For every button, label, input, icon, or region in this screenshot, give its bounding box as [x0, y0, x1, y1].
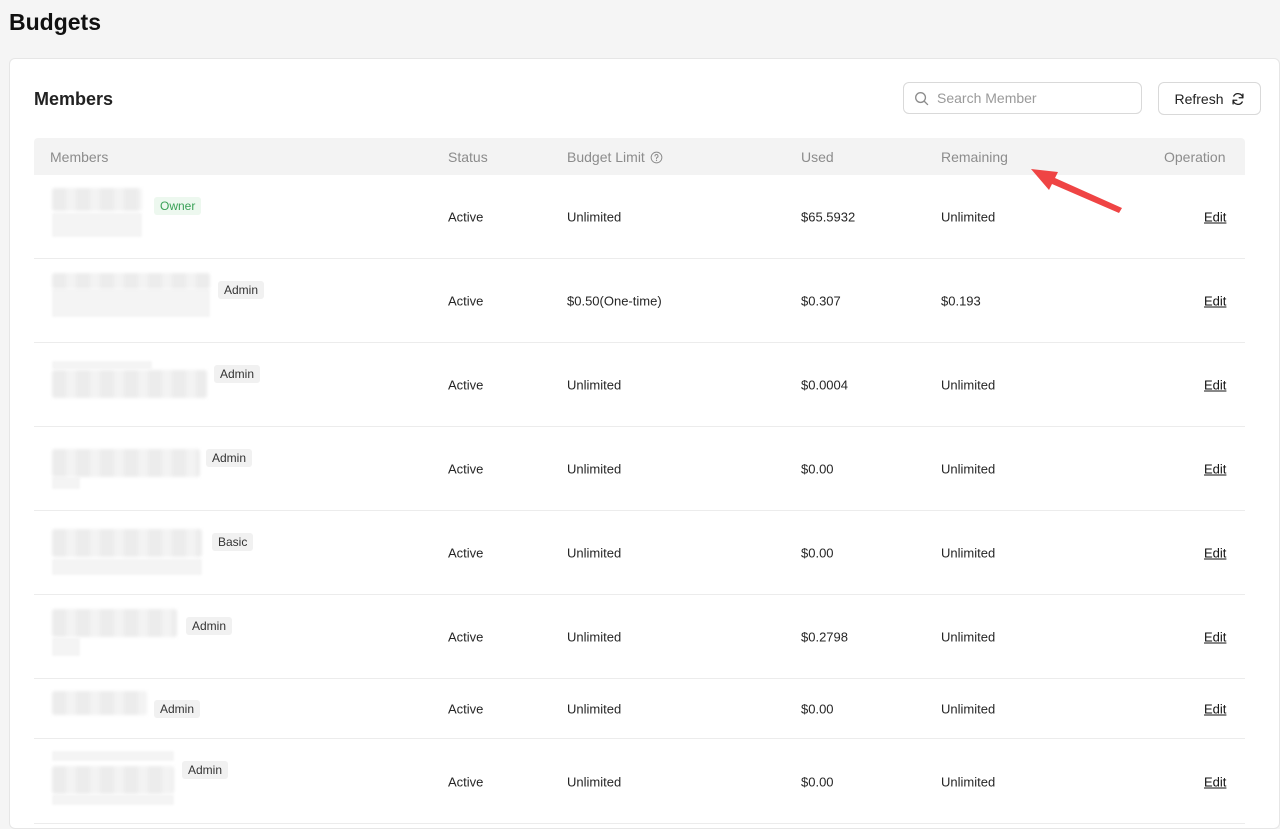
col-operation: Operation	[1164, 149, 1226, 165]
remaining-cell: Unlimited	[941, 209, 996, 225]
used-cell: $0.00	[801, 774, 834, 789]
member-cell: Admin	[34, 427, 394, 510]
table-body: Owner Active Unlimited $65.5932 Unlimited Edi…	[34, 175, 1245, 824]
search-icon	[915, 91, 929, 105]
refresh-label: Refresh	[1174, 90, 1224, 107]
col-used: Used	[801, 149, 834, 165]
edit-link[interactable]: Edit	[1204, 210, 1226, 225]
annotation-arrow-icon	[1031, 169, 1122, 213]
budget-limit-cell: Unlimited	[567, 209, 622, 225]
member-cell: Admin	[34, 739, 394, 823]
status-cell: Active	[448, 774, 484, 789]
refresh-icon	[1231, 92, 1244, 105]
role-badge: Admin	[214, 365, 261, 383]
role-badge: Admin	[186, 617, 233, 635]
budget-limit-cell: Unlimited	[567, 545, 622, 561]
remaining-cell: Unlimited	[941, 545, 996, 561]
budget-limit-cell: Unlimited	[567, 774, 622, 789]
member-email-redacted	[52, 559, 202, 575]
role-badge: Basic	[212, 533, 254, 551]
member-cell: Admin	[34, 343, 394, 426]
remaining-cell: Unlimited	[941, 774, 996, 789]
role-badge: Admin	[218, 281, 265, 299]
col-budget-limit: Budget Limit	[567, 149, 663, 165]
remaining-cell: Unlimited	[941, 629, 996, 645]
refresh-button[interactable]: Refresh	[1158, 82, 1261, 115]
used-cell: $0.00	[801, 461, 834, 477]
status-cell: Active	[448, 545, 484, 561]
used-cell: $0.00	[801, 701, 834, 717]
used-cell: $0.2798	[801, 629, 848, 645]
member-email-redacted	[52, 213, 142, 237]
budget-limit-cell: Unlimited	[567, 629, 622, 645]
col-members: Members	[50, 149, 109, 165]
member-email-redacted	[52, 289, 210, 317]
col-status: Status	[448, 149, 488, 165]
member-email-redacted	[52, 751, 174, 761]
table-row: Admin Active Unlimited $0.2798 Unlimited Edit	[34, 595, 1245, 679]
role-badge: Admin	[206, 449, 253, 467]
edit-link[interactable]: Edit	[1204, 774, 1226, 789]
edit-link[interactable]: Edit	[1204, 378, 1226, 393]
member-name-redacted	[52, 766, 174, 794]
edit-link[interactable]: Edit	[1204, 462, 1226, 477]
table-row: Admin Active Unlimited $0.0004 Unlimited Edit	[34, 343, 1245, 427]
help-icon[interactable]	[650, 151, 663, 164]
table-row: Admin Active Unlimited $0.00 Unlimited Edit	[34, 427, 1245, 511]
member-email-redacted	[52, 361, 152, 369]
remaining-cell: $0.193	[941, 293, 981, 309]
status-cell: Active	[448, 629, 484, 645]
member-name-redacted	[52, 449, 200, 477]
budget-limit-cell: Unlimited	[567, 377, 622, 393]
table-row: Admin Active Unlimited $0.00 Unlimited Edit	[34, 739, 1245, 824]
budget-limit-cell: Unlimited	[567, 701, 622, 717]
edit-link[interactable]: Edit	[1204, 702, 1226, 717]
status-cell: Active	[448, 377, 484, 393]
used-cell: $0.00	[801, 545, 834, 561]
member-cell: Basic	[34, 511, 394, 594]
member-cell: Admin	[34, 679, 394, 738]
page-title: Budgets	[9, 9, 101, 35]
search-box[interactable]	[903, 82, 1142, 114]
table-row: Admin Active $0.50(One-time) $0.307 $0.193 Ed…	[34, 259, 1245, 343]
col-remaining: Remaining	[941, 149, 1008, 165]
search-input[interactable]	[937, 90, 1127, 106]
used-cell: $65.5932	[801, 209, 856, 225]
role-badge: Owner	[154, 197, 202, 215]
status-cell: Active	[448, 701, 484, 717]
member-email-redacted	[52, 477, 80, 489]
member-cell: Admin	[34, 595, 394, 678]
member-name-redacted	[52, 273, 210, 289]
status-cell: Active	[448, 293, 484, 309]
edit-link[interactable]: Edit	[1204, 630, 1226, 645]
member-cell: Owner	[34, 175, 394, 258]
members-table: Members Status Budget Limit Used Remaini…	[34, 138, 1245, 824]
member-name-redacted	[52, 188, 142, 211]
used-cell: $0.307	[801, 293, 841, 309]
members-card: Members Refresh Members Status Budget Li…	[9, 58, 1280, 829]
member-email-redacted	[52, 795, 174, 805]
remaining-cell: Unlimited	[941, 701, 996, 717]
status-cell: Active	[448, 461, 484, 477]
member-cell: Admin	[34, 259, 394, 342]
edit-link[interactable]: Edit	[1204, 546, 1226, 561]
member-name-redacted	[52, 370, 207, 398]
member-name-redacted	[52, 529, 202, 557]
col-budget-limit-label: Budget Limit	[567, 149, 645, 165]
member-name-redacted	[52, 691, 147, 715]
member-name-redacted	[52, 609, 177, 637]
budget-limit-cell: Unlimited	[567, 461, 622, 477]
table-row: Admin Active Unlimited $0.00 Unlimited Edit	[34, 679, 1245, 739]
used-cell: $0.0004	[801, 377, 848, 393]
member-email-redacted	[52, 638, 80, 656]
remaining-cell: Unlimited	[941, 461, 996, 477]
budget-limit-cell: $0.50(One-time)	[567, 293, 662, 309]
role-badge: Admin	[182, 761, 229, 779]
status-cell: Active	[448, 209, 484, 225]
card-title: Members	[34, 89, 114, 109]
remaining-cell: Unlimited	[941, 377, 996, 393]
table-row: Basic Active Unlimited $0.00 Unlimited Edit	[34, 511, 1245, 595]
role-badge: Admin	[154, 700, 201, 718]
edit-link[interactable]: Edit	[1204, 294, 1226, 309]
